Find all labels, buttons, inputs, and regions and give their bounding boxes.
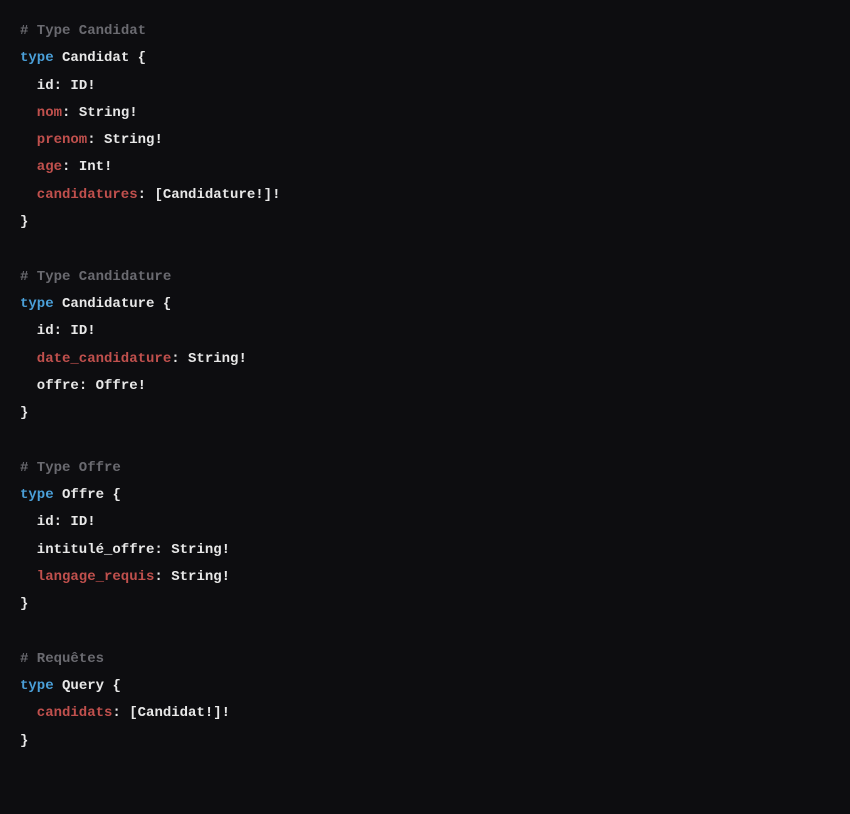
comment: # Requêtes (20, 651, 104, 667)
field-name: offre (37, 378, 79, 394)
code-line: id: ID! (20, 73, 830, 100)
field-name: prenom (37, 132, 87, 148)
field-type: Offre! (96, 378, 146, 394)
code-line: } (20, 728, 830, 755)
keyword-type: type (20, 487, 54, 503)
comment: # Type Candidature (20, 269, 171, 285)
type-name: Candidat (62, 50, 129, 66)
code-line: intitulé_offre: String! (20, 537, 830, 564)
type-name: Offre (62, 487, 104, 503)
keyword-type: type (20, 296, 54, 312)
blank-line (20, 236, 830, 263)
brace-open: { (163, 296, 171, 312)
field-name: langage_requis (37, 569, 155, 585)
code-line: type Candidat { (20, 45, 830, 72)
code-line: type Query { (20, 673, 830, 700)
blank-line (20, 427, 830, 454)
code-line: type Offre { (20, 482, 830, 509)
field-name: id (37, 78, 54, 94)
keyword-type: type (20, 50, 54, 66)
brace-close: } (20, 596, 28, 612)
field-type: [Candidature!]! (154, 187, 280, 203)
field-type: String! (171, 569, 230, 585)
brace-open: { (138, 50, 146, 66)
brace-close: } (20, 733, 28, 749)
code-line: prenom: String! (20, 127, 830, 154)
comment: # Type Offre (20, 460, 121, 476)
field-name: date_candidature (37, 351, 171, 367)
field-type: [Candidat!]! (129, 705, 230, 721)
type-name: Query (62, 678, 104, 694)
field-name: intitulé_offre (37, 542, 155, 558)
code-line: id: ID! (20, 318, 830, 345)
field-name: id (37, 514, 54, 530)
code-line: age: Int! (20, 154, 830, 181)
keyword-type: type (20, 678, 54, 694)
code-line: type Candidature { (20, 291, 830, 318)
field-type: ID! (70, 323, 95, 339)
field-name: nom (37, 105, 62, 121)
field-type: ID! (70, 78, 95, 94)
field-name: candidatures (37, 187, 138, 203)
code-line: offre: Offre! (20, 373, 830, 400)
field-type: String! (104, 132, 163, 148)
code-line: } (20, 400, 830, 427)
code-line: langage_requis: String! (20, 564, 830, 591)
code-line: nom: String! (20, 100, 830, 127)
field-type: Int! (79, 159, 113, 175)
code-line: date_candidature: String! (20, 346, 830, 373)
brace-open: { (112, 678, 120, 694)
comment: # Type Candidat (20, 23, 146, 39)
type-name: Candidature (62, 296, 154, 312)
code-line: # Type Candidature (20, 264, 830, 291)
code-block: # Type Candidattype Candidat {id: ID!nom… (20, 18, 830, 755)
brace-close: } (20, 405, 28, 421)
field-type: String! (171, 542, 230, 558)
code-line: # Type Offre (20, 455, 830, 482)
field-type: String! (188, 351, 247, 367)
brace-close: } (20, 214, 28, 230)
field-name: id (37, 323, 54, 339)
field-name: candidats (37, 705, 113, 721)
field-type: ID! (70, 514, 95, 530)
code-line: } (20, 209, 830, 236)
code-line: # Requêtes (20, 646, 830, 673)
field-name: age (37, 159, 62, 175)
blank-line (20, 619, 830, 646)
code-line: } (20, 591, 830, 618)
code-line: candidatures: [Candidature!]! (20, 182, 830, 209)
brace-open: { (112, 487, 120, 503)
field-type: String! (79, 105, 138, 121)
code-line: id: ID! (20, 509, 830, 536)
code-line: # Type Candidat (20, 18, 830, 45)
code-line: candidats: [Candidat!]! (20, 700, 830, 727)
